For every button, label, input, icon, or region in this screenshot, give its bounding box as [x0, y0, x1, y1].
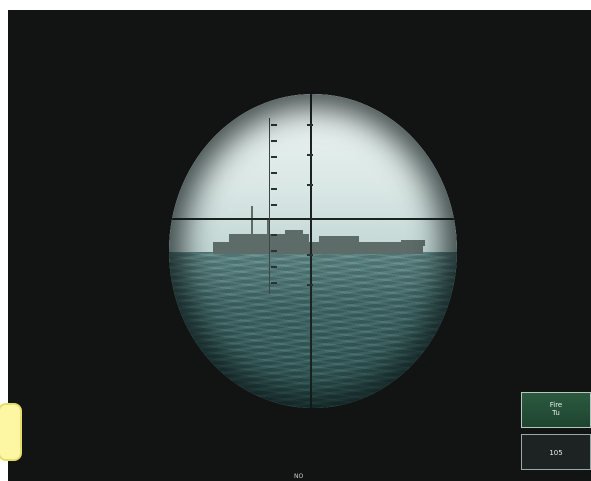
side-tab[interactable] — [0, 403, 22, 461]
game-screen: Fire Tu 105 NO — [8, 10, 591, 481]
range-button[interactable]: 105 — [521, 434, 591, 470]
sea — [169, 252, 457, 408]
fire-button-sublabel: Tu — [552, 409, 560, 417]
periscope-view[interactable] — [169, 94, 457, 408]
range-button-label: 105 — [549, 449, 563, 457]
fire-button-label: Fire — [549, 401, 563, 409]
fire-button[interactable]: Fire Tu — [521, 392, 591, 428]
bottom-label: NO — [294, 473, 304, 480]
sky — [169, 94, 457, 252]
